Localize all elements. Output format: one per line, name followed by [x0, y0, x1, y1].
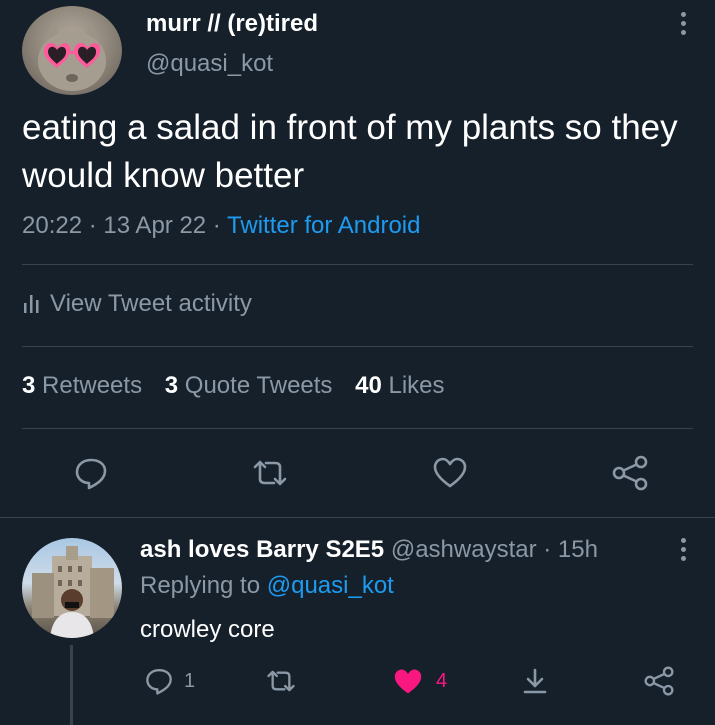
reply-like-count: 4	[436, 669, 448, 692]
reply-share-button[interactable]	[643, 666, 675, 696]
author-handle[interactable]: @quasi_kot	[146, 50, 273, 78]
reply-author-handle[interactable]: @ashwaystar	[391, 536, 537, 563]
share-button[interactable]	[611, 455, 649, 491]
reply-reply-button[interactable]: 1	[144, 666, 195, 696]
replying-to-line: Replying to @quasi_kot	[140, 572, 394, 600]
tweet-meta: 20:22 · 13 Apr 22 · Twitter for Android	[22, 212, 420, 240]
view-tweet-activity-label: View Tweet activity	[50, 290, 252, 317]
quotes-stat[interactable]: 3 Quote Tweets	[165, 372, 333, 399]
comment-icon	[144, 666, 174, 696]
share-icon	[612, 455, 648, 491]
replying-to-prefix: Replying to	[140, 572, 261, 599]
meta-separator: ·	[82, 212, 104, 239]
share-icon	[644, 666, 674, 696]
view-tweet-activity-button[interactable]: View Tweet activity	[22, 290, 252, 318]
reply-button[interactable]	[73, 455, 109, 491]
divider	[22, 264, 693, 265]
divider	[22, 428, 693, 429]
retweets-stat[interactable]: 3 Retweets	[22, 372, 142, 399]
reply-age[interactable]: 15h	[558, 536, 598, 563]
reply-text: crowley core	[140, 616, 275, 643]
section-divider	[0, 517, 715, 518]
more-vertical-icon	[680, 12, 686, 35]
likes-count: 40	[355, 372, 382, 399]
quotes-count: 3	[164, 372, 179, 399]
likes-label: Likes	[388, 372, 445, 399]
tweet-stats: 3 Retweets 3 Quote Tweets 40 Likes	[22, 372, 445, 400]
comment-icon	[75, 458, 107, 490]
more-vertical-icon	[680, 538, 686, 561]
download-icon	[523, 668, 547, 694]
reply-author-display-name[interactable]: ash loves Barry S2E5	[140, 536, 384, 563]
reply-author-avatar[interactable]	[22, 538, 122, 638]
reply-like-button[interactable]: 4	[392, 666, 447, 696]
heart-filled-icon	[392, 666, 424, 696]
person-in-front-of-building-picture	[32, 546, 114, 638]
divider	[22, 346, 693, 347]
more-options-button[interactable]	[680, 12, 686, 35]
retweet-icon	[253, 460, 287, 486]
heart-icon	[433, 457, 467, 488]
author-display-name[interactable]: murr // (re)tired	[146, 10, 318, 38]
meta-separator: ·	[206, 212, 228, 239]
quotes-label: Quote Tweets	[184, 372, 333, 399]
reply-reply-count: 1	[184, 669, 196, 692]
retweet-button[interactable]	[250, 455, 290, 491]
bar-chart-icon	[22, 293, 40, 315]
author-avatar[interactable]	[22, 6, 122, 95]
retweets-label: Retweets	[42, 372, 143, 399]
reply-bookmark-button[interactable]	[520, 666, 550, 696]
cat-with-heart-glasses-picture	[38, 21, 106, 91]
reply-header: ash loves Barry S2E5 @ashwaystar · 15h	[140, 536, 598, 564]
reply-retweet-button[interactable]	[264, 666, 298, 696]
retweets-count: 3	[22, 372, 36, 399]
retweet-icon	[267, 670, 295, 692]
tweet-source-link[interactable]: Twitter for Android	[227, 212, 420, 239]
like-button[interactable]	[432, 455, 468, 491]
tweet-text: eating a salad in front of my plants so …	[22, 108, 678, 195]
tweet-time: 20:22	[22, 212, 83, 239]
likes-stat[interactable]: 40 Likes	[355, 372, 444, 399]
tweet-date: 13 Apr 22	[103, 212, 207, 239]
reply-more-options-button[interactable]	[680, 538, 686, 561]
thread-line	[70, 645, 73, 725]
reply-separator: ·	[536, 536, 558, 563]
replying-to-handle-link[interactable]: @quasi_kot	[267, 572, 394, 599]
